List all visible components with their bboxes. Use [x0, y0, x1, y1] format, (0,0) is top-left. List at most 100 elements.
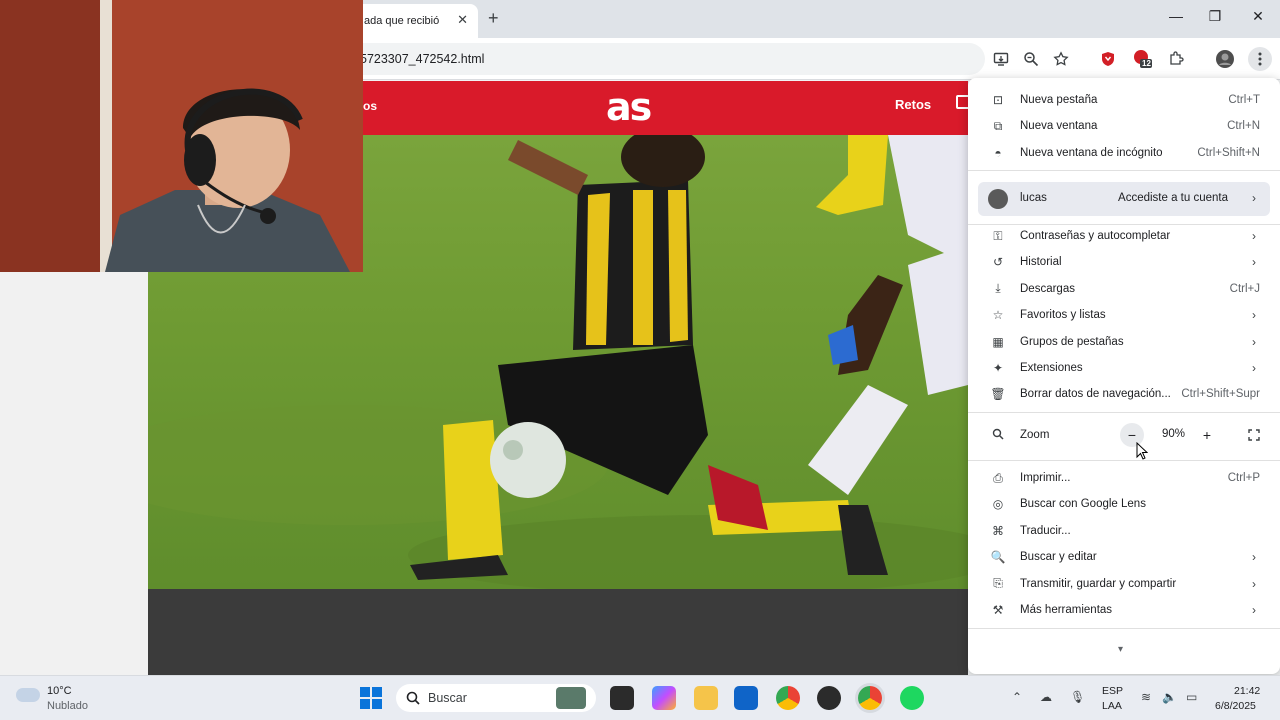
menu-item-label: Grupos de pestañas [1020, 335, 1124, 348]
taskbar-search[interactable]: Buscar [396, 684, 596, 712]
menu-item-label: Contraseñas y autocompletar [1020, 230, 1171, 242]
tab-close-icon[interactable]: ✕ [457, 12, 468, 28]
wifi-icon[interactable]: ≋ [1141, 690, 1151, 704]
install-app-icon[interactable] [990, 48, 1012, 70]
page-left-margin [0, 272, 148, 675]
zoom-magnifier-icon[interactable] [1020, 48, 1042, 70]
menu-item[interactable]: ✦ Extensiones › [968, 355, 1280, 381]
streamer-webcam-image [0, 0, 363, 272]
weather-temperature[interactable]: 10°C [47, 685, 72, 697]
profile-row[interactable]: lucas Accediste a tu cuenta › [978, 182, 1270, 216]
menu-item-label: Nueva ventana [1020, 120, 1098, 133]
chevron-right-icon: › [1252, 576, 1256, 591]
menu-separator [968, 628, 1280, 629]
clock-date[interactable]: 6/8/2025 [1215, 700, 1256, 712]
menu-item[interactable]: ⎙ Imprimir... Ctrl+P [968, 465, 1280, 491]
chevron-right-icon: › [1252, 603, 1256, 617]
incognito-icon: ◓ [994, 145, 1002, 160]
maximize-button[interactable]: ❐ [1203, 8, 1227, 25]
menu-item[interactable]: ⧉ Nueva ventana Ctrl+N [968, 113, 1280, 139]
menu-item[interactable]: ⊡ Nueva pestaña Ctrl+T [968, 87, 1280, 113]
chevron-right-icon: › [1252, 191, 1256, 205]
menu-item[interactable]: 🗑 Borrar datos de navegación... Ctrl+Shift… [968, 381, 1280, 407]
fullscreen-icon[interactable] [1242, 423, 1266, 447]
webcam-overlay [0, 0, 363, 272]
chrome-main-menu: ⊡ Nueva pestaña Ctrl+T ⧉ Nueva ventana Ctrl+N… [968, 78, 1280, 674]
menu-item[interactable]: ⌘ Traducir... [968, 518, 1280, 544]
tab-groups-icon: ▦ [992, 334, 1004, 349]
video-footer-bar [148, 589, 968, 675]
close-window-button[interactable]: ✕ [1246, 8, 1270, 25]
volume-icon[interactable]: 🔈 [1162, 690, 1177, 704]
menu-item-label: Imprimir... [1020, 472, 1071, 484]
zoom-level: 90% [1162, 428, 1186, 440]
menu-item[interactable]: ⎘ Transmitir, guardar y compartir › [968, 571, 1280, 597]
nav-link-retos[interactable]: Retos [895, 97, 931, 112]
profile-avatar-icon[interactable] [1214, 48, 1236, 70]
star-icon: ☆ [992, 308, 1004, 323]
chrome-icon[interactable] [776, 686, 800, 710]
bookmark-star-icon[interactable] [1050, 48, 1072, 70]
start-button[interactable] [360, 687, 382, 709]
find-edit-icon: 🔍 [990, 550, 1006, 565]
profile-name: lucas [1020, 192, 1047, 204]
chevron-right-icon: › [1252, 229, 1256, 243]
tab-title: ada que recibió [364, 15, 440, 27]
microphone-icon[interactable]: 🎙 [1070, 690, 1085, 704]
browser-tab[interactable]: ada que recibió ✕ [350, 4, 478, 38]
url-text: 5723307_472542.html [360, 52, 485, 66]
minimize-button[interactable]: — [1164, 8, 1188, 24]
copilot-icon[interactable] [652, 686, 676, 710]
cast-icon: ⎘ [993, 576, 1003, 591]
task-view-icon[interactable] [610, 686, 634, 710]
zoom-in-button[interactable]: + [1195, 423, 1219, 447]
battery-icon[interactable]: ▭ [1186, 690, 1197, 704]
shield-extension-icon[interactable] [1097, 48, 1119, 70]
onedrive-icon[interactable]: ☁ [1040, 690, 1052, 704]
outlook-icon[interactable] [734, 686, 758, 710]
menu-item[interactable]: ▦ Grupos de pestañas › [968, 329, 1280, 355]
menu-item[interactable]: ⚒ Más herramientas › [968, 597, 1280, 623]
menu-item[interactable]: 🔍 Buscar y editar › [968, 544, 1280, 570]
menu-item[interactable]: ↺ Historial › [968, 249, 1280, 275]
menu-item-label: Extensiones [1020, 362, 1083, 374]
menu-item-shortcut: Ctrl+Shift+N [1197, 146, 1260, 159]
address-bar[interactable]: 5723307_472542.html [340, 43, 985, 75]
menu-item[interactable]: ◎ Buscar con Google Lens [968, 491, 1280, 517]
clock-time[interactable]: 21:42 [1234, 685, 1260, 697]
nav-link-partial[interactable]: os [363, 99, 377, 113]
extensions-puzzle-icon[interactable] [1165, 48, 1187, 70]
menu-item[interactable]: ☆ Favoritos y listas › [968, 302, 1280, 328]
chevron-right-icon: › [1252, 361, 1256, 375]
site-logo[interactable]: as [606, 85, 652, 129]
chevron-up-icon[interactable]: ⌃ [1012, 690, 1022, 704]
new-tab-icon: ⊡ [992, 93, 1004, 107]
spotify-icon[interactable] [900, 686, 924, 710]
menu-item[interactable]: ◓ Nueva ventana de incógnito Ctrl+Shift+N [968, 140, 1280, 166]
menu-item-label: Descargas [1020, 282, 1075, 295]
chrome-active-icon[interactable] [858, 686, 882, 710]
language-top[interactable]: ESP [1102, 685, 1123, 697]
menu-separator [968, 412, 1280, 413]
obs-icon[interactable] [817, 686, 841, 710]
search-placeholder: Buscar [428, 691, 467, 705]
lens-icon: ◎ [992, 497, 1004, 512]
windows-taskbar: 10°C Nublado Buscar ⌃ ☁ 🎙 ESP LAA ≋ 🔈 ▭ … [0, 675, 1280, 720]
adblock-extension-icon[interactable]: 12 [1131, 48, 1153, 70]
menu-item-label: Buscar y editar [1020, 551, 1097, 564]
menu-item-label: Favoritos y listas [1020, 309, 1106, 322]
menu-item-shortcut: Ctrl+T [1228, 94, 1260, 106]
menu-item-label: Borrar datos de navegación... [1020, 388, 1171, 401]
menu-item[interactable]: ⤓ Descargas Ctrl+J [968, 276, 1280, 302]
file-explorer-icon[interactable] [694, 686, 718, 710]
weather-description[interactable]: Nublado [47, 700, 88, 712]
download-icon: ⤓ [995, 281, 1001, 296]
new-tab-button[interactable]: + [488, 8, 499, 29]
profile-avatar [988, 189, 1008, 209]
language-bottom[interactable]: LAA [1102, 700, 1122, 712]
menu-more-chevron-icon[interactable]: ▾ [1118, 644, 1123, 655]
menu-item[interactable]: ⚿ Contraseñas y autocompletar › [968, 223, 1280, 249]
extensions-icon: ✦ [992, 361, 1004, 375]
extension-badge: 12 [1142, 59, 1151, 68]
menu-kebab-icon[interactable] [1248, 47, 1272, 71]
